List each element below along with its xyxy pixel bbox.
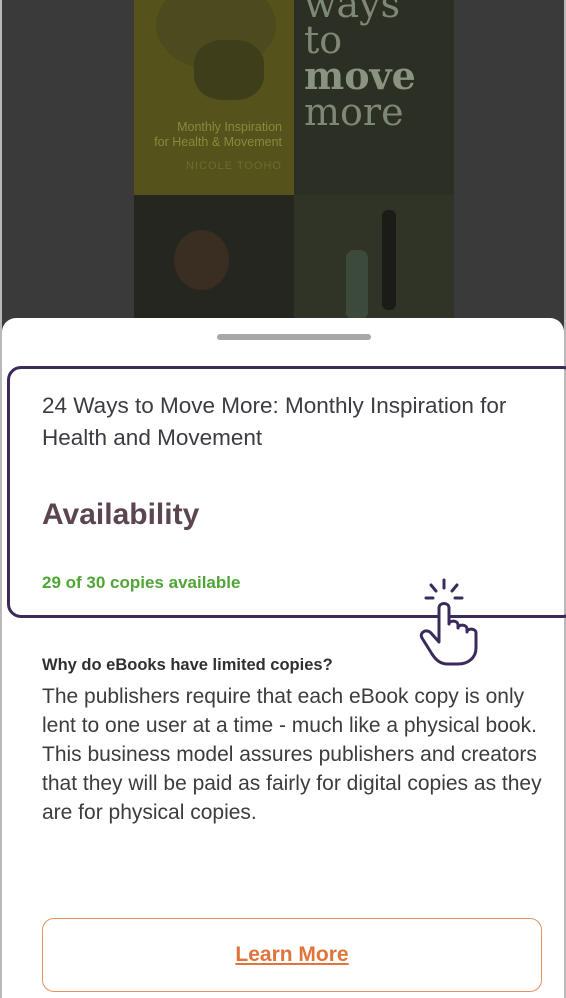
cover-walker-second [346,250,368,320]
cover-author: NICOLE TOOHO [186,160,282,172]
book-cover-image: Monthly Inspiration for Health & Movemen… [134,0,454,330]
cover-person [174,230,229,290]
cover-subtitle-line1: Monthly Inspiration [177,120,282,134]
cover-walker [382,210,396,310]
learn-more-button[interactable]: Learn More [42,918,542,992]
hand-pointer-icon [419,578,478,666]
book-title: 24 Ways to Move More: Monthly Inspiratio… [42,393,507,450]
learn-more-label: Learn More [235,943,349,966]
info-heading: Why do eBooks have limited copies? [42,656,333,674]
cover-subtitle-line2: for Health & Movement [154,135,282,149]
cover-photo-right [294,195,454,330]
cover-title-line4: more [304,90,404,134]
availability-heading: Availability [42,498,200,531]
cover-backdrop: Monthly Inspiration for Health & Movemen… [2,0,564,340]
drag-handle[interactable] [217,334,371,340]
cover-subtitle: Monthly Inspiration for Health & Movemen… [134,120,282,150]
cover-title: ways to move more [304,0,416,134]
cover-figure-detail [194,40,264,100]
copies-available-text: 29 of 30 copies available [42,573,241,592]
info-body: The publishers require that each eBook c… [42,685,542,824]
bottom-sheet: 24 Ways to Move More: Monthly Inspiratio… [2,318,566,998]
